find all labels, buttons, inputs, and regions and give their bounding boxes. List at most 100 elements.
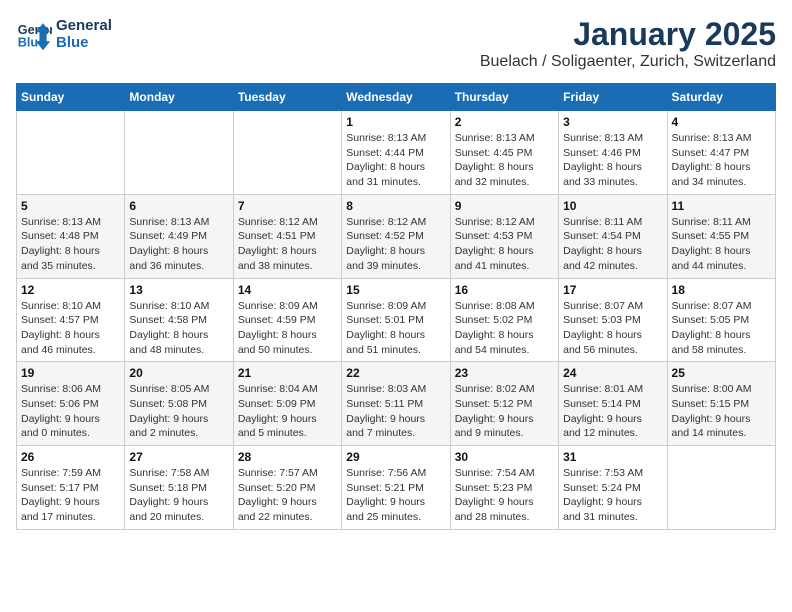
calendar-cell (233, 111, 341, 195)
day-info: Sunrise: 7:58 AM Sunset: 5:18 PM Dayligh… (129, 466, 228, 525)
day-info: Sunrise: 8:10 AM Sunset: 4:58 PM Dayligh… (129, 299, 228, 358)
day-number: 27 (129, 450, 228, 464)
calendar-cell: 27 Sunrise: 7:58 AM Sunset: 5:18 PM Dayli… (125, 446, 233, 530)
calendar-cell (17, 111, 125, 195)
day-number: 3 (563, 115, 662, 129)
day-info: Sunrise: 8:04 AM Sunset: 5:09 PM Dayligh… (238, 382, 337, 441)
calendar-cell: 23 Sunrise: 8:02 AM Sunset: 5:12 PM Dayli… (450, 362, 558, 446)
calendar-cell: 2 Sunrise: 8:13 AM Sunset: 4:45 PM Daylig… (450, 111, 558, 195)
day-info: Sunrise: 8:09 AM Sunset: 5:01 PM Dayligh… (346, 299, 445, 358)
calendar-cell (125, 111, 233, 195)
calendar-cell: 12 Sunrise: 8:10 AM Sunset: 4:57 PM Dayli… (17, 278, 125, 362)
calendar-cell: 25 Sunrise: 8:00 AM Sunset: 5:15 PM Dayli… (667, 362, 775, 446)
day-info: Sunrise: 8:11 AM Sunset: 4:54 PM Dayligh… (563, 215, 662, 274)
day-number: 10 (563, 199, 662, 213)
day-info: Sunrise: 8:11 AM Sunset: 4:55 PM Dayligh… (672, 215, 771, 274)
day-info: Sunrise: 8:09 AM Sunset: 4:59 PM Dayligh… (238, 299, 337, 358)
day-number: 16 (455, 283, 554, 297)
calendar-cell: 4 Sunrise: 8:13 AM Sunset: 4:47 PM Daylig… (667, 111, 775, 195)
calendar-cell: 22 Sunrise: 8:03 AM Sunset: 5:11 PM Dayli… (342, 362, 450, 446)
calendar-cell: 11Sunrise: 8:11 AM Sunset: 4:55 PM Dayli… (667, 194, 775, 278)
day-number: 26 (21, 450, 120, 464)
calendar-cell: 21 Sunrise: 8:04 AM Sunset: 5:09 PM Dayli… (233, 362, 341, 446)
calendar-cell: 13 Sunrise: 8:10 AM Sunset: 4:58 PM Dayli… (125, 278, 233, 362)
title-area: January 2025 Buelach / Soligaenter, Zuri… (480, 16, 776, 71)
weekday-header: Wednesday (342, 84, 450, 111)
day-info: Sunrise: 7:53 AM Sunset: 5:24 PM Dayligh… (563, 466, 662, 525)
day-number: 21 (238, 366, 337, 380)
day-info: Sunrise: 8:12 AM Sunset: 4:51 PM Dayligh… (238, 215, 337, 274)
weekday-header-row: SundayMondayTuesdayWednesdayThursdayFrid… (17, 84, 776, 111)
day-info: Sunrise: 8:12 AM Sunset: 4:52 PM Dayligh… (346, 215, 445, 274)
day-number: 30 (455, 450, 554, 464)
day-number: 6 (129, 199, 228, 213)
day-number: 8 (346, 199, 445, 213)
day-info: Sunrise: 8:07 AM Sunset: 5:03 PM Dayligh… (563, 299, 662, 358)
logo-icon: General Blue (16, 16, 52, 52)
day-number: 13 (129, 283, 228, 297)
day-info: Sunrise: 8:01 AM Sunset: 5:14 PM Dayligh… (563, 382, 662, 441)
day-number: 2 (455, 115, 554, 129)
day-number: 20 (129, 366, 228, 380)
calendar-week-row: 1Sunrise: 8:13 AM Sunset: 4:44 PM Daylig… (17, 111, 776, 195)
calendar-cell: 3 Sunrise: 8:13 AM Sunset: 4:46 PM Daylig… (559, 111, 667, 195)
day-number: 25 (672, 366, 771, 380)
calendar-cell: 14Sunrise: 8:09 AM Sunset: 4:59 PM Dayli… (233, 278, 341, 362)
month-title: January 2025 (480, 16, 776, 53)
day-number: 17 (563, 283, 662, 297)
calendar-cell: 17 Sunrise: 8:07 AM Sunset: 5:03 PM Dayli… (559, 278, 667, 362)
calendar-cell: 28 Sunrise: 7:57 AM Sunset: 5:20 PM Dayli… (233, 446, 341, 530)
day-info: Sunrise: 8:08 AM Sunset: 5:02 PM Dayligh… (455, 299, 554, 358)
weekday-header: Friday (559, 84, 667, 111)
day-number: 23 (455, 366, 554, 380)
calendar-cell: 26 Sunrise: 7:59 AM Sunset: 5:17 PM Dayli… (17, 446, 125, 530)
calendar-week-row: 19 Sunrise: 8:06 AM Sunset: 5:06 PM Dayli… (17, 362, 776, 446)
day-info: Sunrise: 7:59 AM Sunset: 5:17 PM Dayligh… (21, 466, 120, 525)
day-number: 28 (238, 450, 337, 464)
weekday-header: Thursday (450, 84, 558, 111)
day-info: Sunrise: 8:13 AM Sunset: 4:46 PM Dayligh… (563, 131, 662, 190)
calendar-cell: 19 Sunrise: 8:06 AM Sunset: 5:06 PM Dayli… (17, 362, 125, 446)
day-info: Sunrise: 7:57 AM Sunset: 5:20 PM Dayligh… (238, 466, 337, 525)
day-number: 7 (238, 199, 337, 213)
day-info: Sunrise: 7:54 AM Sunset: 5:23 PM Dayligh… (455, 466, 554, 525)
day-number: 4 (672, 115, 771, 129)
day-info: Sunrise: 8:03 AM Sunset: 5:11 PM Dayligh… (346, 382, 445, 441)
calendar-cell: 16 Sunrise: 8:08 AM Sunset: 5:02 PM Dayli… (450, 278, 558, 362)
weekday-header: Saturday (667, 84, 775, 111)
day-number: 19 (21, 366, 120, 380)
day-number: 31 (563, 450, 662, 464)
day-info: Sunrise: 8:05 AM Sunset: 5:08 PM Dayligh… (129, 382, 228, 441)
day-info: Sunrise: 8:02 AM Sunset: 5:12 PM Dayligh… (455, 382, 554, 441)
day-info: Sunrise: 8:10 AM Sunset: 4:57 PM Dayligh… (21, 299, 120, 358)
calendar-cell: 29 Sunrise: 7:56 AM Sunset: 5:21 PM Dayli… (342, 446, 450, 530)
calendar: SundayMondayTuesdayWednesdayThursdayFrid… (16, 83, 776, 530)
day-number: 29 (346, 450, 445, 464)
day-info: Sunrise: 8:12 AM Sunset: 4:53 PM Dayligh… (455, 215, 554, 274)
calendar-cell: 5Sunrise: 8:13 AM Sunset: 4:48 PM Daylig… (17, 194, 125, 278)
calendar-week-row: 5Sunrise: 8:13 AM Sunset: 4:48 PM Daylig… (17, 194, 776, 278)
day-info: Sunrise: 7:56 AM Sunset: 5:21 PM Dayligh… (346, 466, 445, 525)
calendar-week-row: 26 Sunrise: 7:59 AM Sunset: 5:17 PM Dayli… (17, 446, 776, 530)
calendar-cell: 18Sunrise: 8:07 AM Sunset: 5:05 PM Dayli… (667, 278, 775, 362)
calendar-week-row: 12 Sunrise: 8:10 AM Sunset: 4:57 PM Dayli… (17, 278, 776, 362)
day-number: 22 (346, 366, 445, 380)
day-number: 24 (563, 366, 662, 380)
day-info: Sunrise: 8:13 AM Sunset: 4:44 PM Dayligh… (346, 131, 445, 190)
day-info: Sunrise: 8:06 AM Sunset: 5:06 PM Dayligh… (21, 382, 120, 441)
day-info: Sunrise: 8:07 AM Sunset: 5:05 PM Dayligh… (672, 299, 771, 358)
weekday-header: Tuesday (233, 84, 341, 111)
calendar-cell: 30 Sunrise: 7:54 AM Sunset: 5:23 PM Dayli… (450, 446, 558, 530)
day-info: Sunrise: 8:00 AM Sunset: 5:15 PM Dayligh… (672, 382, 771, 441)
weekday-header: Sunday (17, 84, 125, 111)
calendar-cell: 6 Sunrise: 8:13 AM Sunset: 4:49 PM Daylig… (125, 194, 233, 278)
day-info: Sunrise: 8:13 AM Sunset: 4:47 PM Dayligh… (672, 131, 771, 190)
day-number: 12 (21, 283, 120, 297)
calendar-cell: 1Sunrise: 8:13 AM Sunset: 4:44 PM Daylig… (342, 111, 450, 195)
calendar-cell: 15Sunrise: 8:09 AM Sunset: 5:01 PM Dayli… (342, 278, 450, 362)
location-title: Buelach / Soligaenter, Zurich, Switzerla… (480, 53, 776, 71)
logo: General Blue General Blue (16, 16, 112, 52)
day-info: Sunrise: 8:13 AM Sunset: 4:49 PM Dayligh… (129, 215, 228, 274)
day-info: Sunrise: 8:13 AM Sunset: 4:45 PM Dayligh… (455, 131, 554, 190)
calendar-cell: 8 Sunrise: 8:12 AM Sunset: 4:52 PM Daylig… (342, 194, 450, 278)
